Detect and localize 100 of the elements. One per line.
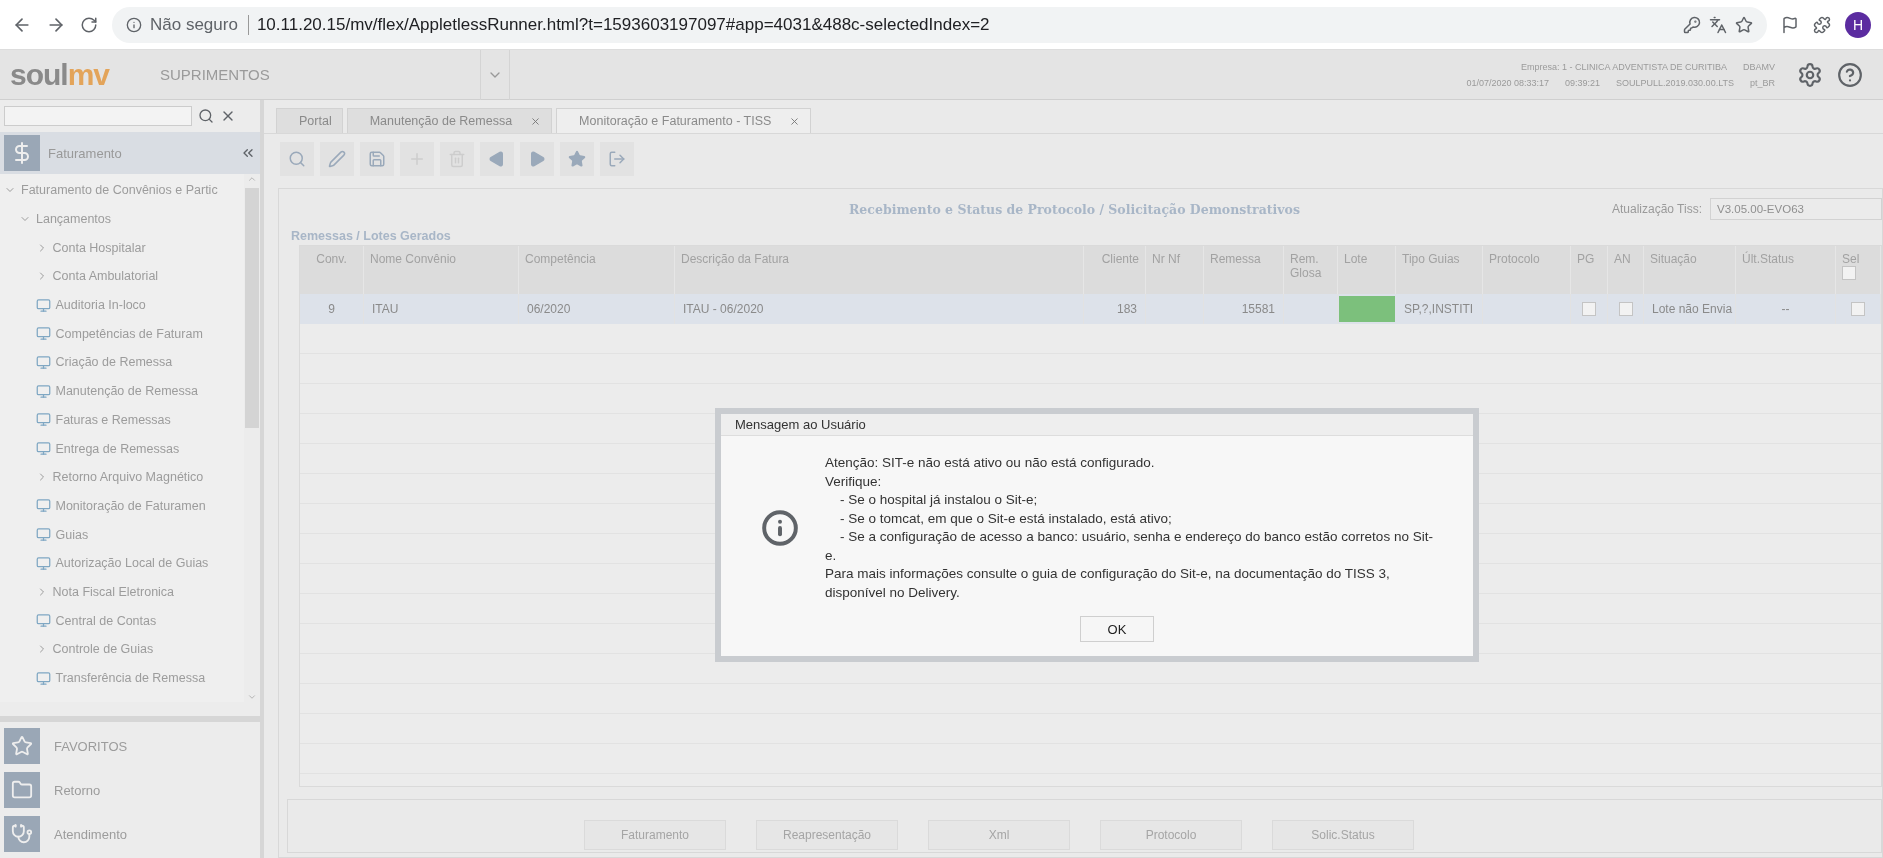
export-button[interactable] (600, 142, 634, 176)
tree-item[interactable]: Manutenção de Remessa (0, 376, 244, 406)
shortcut-item[interactable]: FAVORITOS (4, 728, 256, 764)
monitor-icon (35, 527, 51, 543)
search-icon[interactable] (198, 108, 214, 124)
tree-item[interactable]: Central de Contas (0, 606, 244, 635)
checkbox[interactable] (1851, 302, 1865, 316)
monitor-icon (35, 297, 51, 313)
tiss-version-field[interactable]: V3.05.00-EVO63 (1710, 198, 1882, 220)
company-text: Empresa: 1 - CLINICA ADVENTISTA DE CURITIBA (1521, 61, 1727, 72)
version-text: SOULPULL.2019.030.00.LTS (1616, 77, 1734, 88)
database-text: DBAMV (1743, 61, 1775, 72)
action-button[interactable]: Protocolo (1100, 820, 1242, 850)
monitor-icon (35, 555, 51, 571)
flag-icon[interactable] (1781, 15, 1799, 34)
tree-item[interactable]: Transferência de Remessa (0, 663, 244, 693)
prev-button[interactable] (480, 142, 514, 176)
edit-button[interactable] (320, 142, 354, 176)
checkbox[interactable] (1582, 302, 1596, 316)
tiss-label: Atualização Tiss: (1611, 202, 1702, 216)
tab[interactable]: Manutenção de Remessa (346, 108, 553, 133)
module-dropdown[interactable] (480, 49, 510, 100)
action-button[interactable]: Reapresentação (756, 820, 898, 850)
translate-icon[interactable] (1709, 15, 1727, 34)
date-text: 01/07/2020 08:33:17 (1466, 77, 1549, 88)
folder-icon (4, 772, 40, 808)
tree-item[interactable]: Auditoria In-loco (0, 290, 244, 320)
tree-item[interactable]: Controle de Guias (0, 635, 244, 664)
monitor-icon (35, 441, 51, 457)
monitor-icon (35, 383, 51, 399)
star-icon (568, 150, 586, 168)
select-all-checkbox[interactable] (1842, 266, 1856, 280)
section-title: Faturamento (48, 145, 123, 161)
tree-item[interactable]: Conta Hospitalar (0, 233, 244, 263)
prev-icon (488, 150, 506, 168)
shortcut-item[interactable]: Retorno (4, 772, 256, 808)
dollar-icon (4, 135, 40, 171)
checkbox[interactable] (1618, 302, 1633, 316)
ok-button[interactable]: OK (1080, 616, 1154, 642)
table-row[interactable]: 9 ITAU 06/2020 ITAU - 06/2020 183 15581 SP,?,INSTITI Lote não Envia -- (300, 294, 1881, 324)
star-button[interactable] (560, 142, 594, 176)
tree-item[interactable]: Faturamento de Convênios e Partic (0, 176, 244, 205)
search-icon (288, 150, 306, 168)
tree-item[interactable]: Nota Fiscal Eletronica (0, 577, 244, 607)
tree-item[interactable]: Monitoração de Faturamen (0, 491, 244, 521)
tree-item[interactable]: Entrega de Remessas (0, 434, 244, 463)
reload-icon[interactable] (80, 15, 98, 34)
next-icon (528, 150, 546, 168)
tree-item[interactable]: Competências de Faturam (0, 319, 244, 349)
tree-item[interactable]: Autorização Local de Guias (0, 548, 244, 578)
form-title: Recebimento e Status de Protocolo / Solicitação Demonstrativos (848, 201, 1301, 217)
group-title: Remessas / Lotes Gerados (290, 228, 452, 245)
tab[interactable]: Monitoração e Faturamento - TISS (556, 108, 812, 133)
info-icon (126, 16, 142, 33)
action-button[interactable]: Solic.Status (1272, 820, 1414, 850)
logo: soulmv (9, 57, 111, 92)
export-icon (608, 150, 626, 168)
menu-search-field[interactable] (4, 106, 192, 126)
info-icon (761, 509, 799, 547)
bookmark-star-icon[interactable] (1735, 15, 1753, 34)
save-button[interactable] (360, 142, 394, 176)
monitor-icon (35, 613, 51, 629)
time-text: 09:39:21 (1565, 77, 1601, 88)
tree-item[interactable]: Lançamentos (0, 204, 244, 234)
monitor-icon (35, 326, 51, 342)
address-bar[interactable]: Não seguro 10.11.20.15/mv/flex/AppletlessRunner.html?t=1593603197097#app=4031&488c-selectedIndex=2 (112, 6, 1767, 43)
url-text: 10.11.20.15/mv/flex/AppletlessRunner.html?t=1593603197097#app=4031&488c-selectedIndex=2 (256, 14, 991, 35)
monitor-icon (35, 354, 51, 370)
dialog-title: Mensagem ao Usuário (721, 414, 1473, 436)
help-icon[interactable] (1837, 61, 1863, 88)
monitor-icon (35, 412, 51, 428)
key-icon[interactable] (1683, 15, 1701, 34)
settings-icon[interactable] (1797, 61, 1823, 88)
edit-icon (328, 150, 346, 168)
profile-avatar[interactable]: H (1845, 11, 1871, 38)
search-button[interactable] (280, 142, 314, 176)
monitor-icon (35, 498, 51, 514)
action-button[interactable]: Faturamento (584, 820, 726, 850)
extension-icon[interactable] (1813, 15, 1831, 34)
scroll-down-icon[interactable] (247, 692, 257, 702)
next-button[interactable] (520, 142, 554, 176)
locale-text: pt_BR (1750, 77, 1775, 88)
close-icon[interactable] (530, 115, 542, 127)
tree-item[interactable]: Retorno Arquivo Magnético (0, 462, 244, 492)
security-label: Não seguro (150, 14, 249, 35)
tree-item[interactable]: Faturas e Remessas (0, 405, 244, 435)
scroll-up-icon[interactable] (247, 174, 257, 184)
dialog-message: Atenção: SIT-e não está ativo ou não está configurado. Verifique: - Se o hospital já instalou o Sit-e; - Se o tomcat, em que o Sit-e está instalado, está ativo; - Se a configuração de acesso a banco: usuário, senha e endereço do banco estão corretos no Sit-e. Para mais informações consulte o guia de configuração do Sit-e, na documentação do TISS 3, disponível no Delivery. (825, 454, 1434, 602)
tab[interactable]: Portal (276, 108, 343, 133)
monitor-icon (35, 670, 51, 686)
module-name: SUPRIMENTOS (160, 66, 271, 83)
tree-item[interactable]: Criação de Remessa (0, 348, 244, 377)
tree-item[interactable]: Conta Ambulatorial (0, 262, 244, 291)
tree-item[interactable]: Guias (0, 520, 244, 549)
close-icon[interactable] (789, 115, 801, 127)
lote-cell (1339, 296, 1395, 322)
shortcut-item[interactable]: Atendimento (4, 816, 256, 852)
save-icon (368, 150, 386, 168)
action-button[interactable]: Xml (928, 820, 1070, 850)
stethoscope-icon (4, 816, 40, 852)
